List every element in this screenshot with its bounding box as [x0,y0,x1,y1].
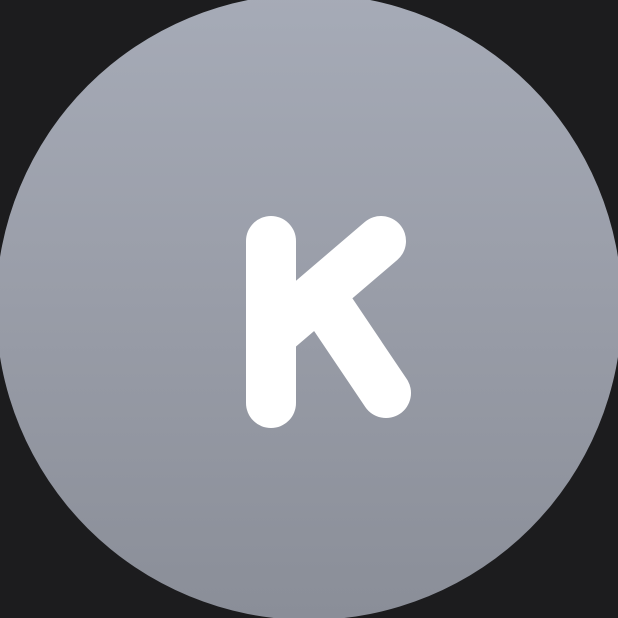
avatar[interactable]: K [0,0,618,618]
letter-lower-leg [295,270,411,418]
avatar-initial-glyph [246,216,411,428]
avatar-screen: K [0,0,618,618]
